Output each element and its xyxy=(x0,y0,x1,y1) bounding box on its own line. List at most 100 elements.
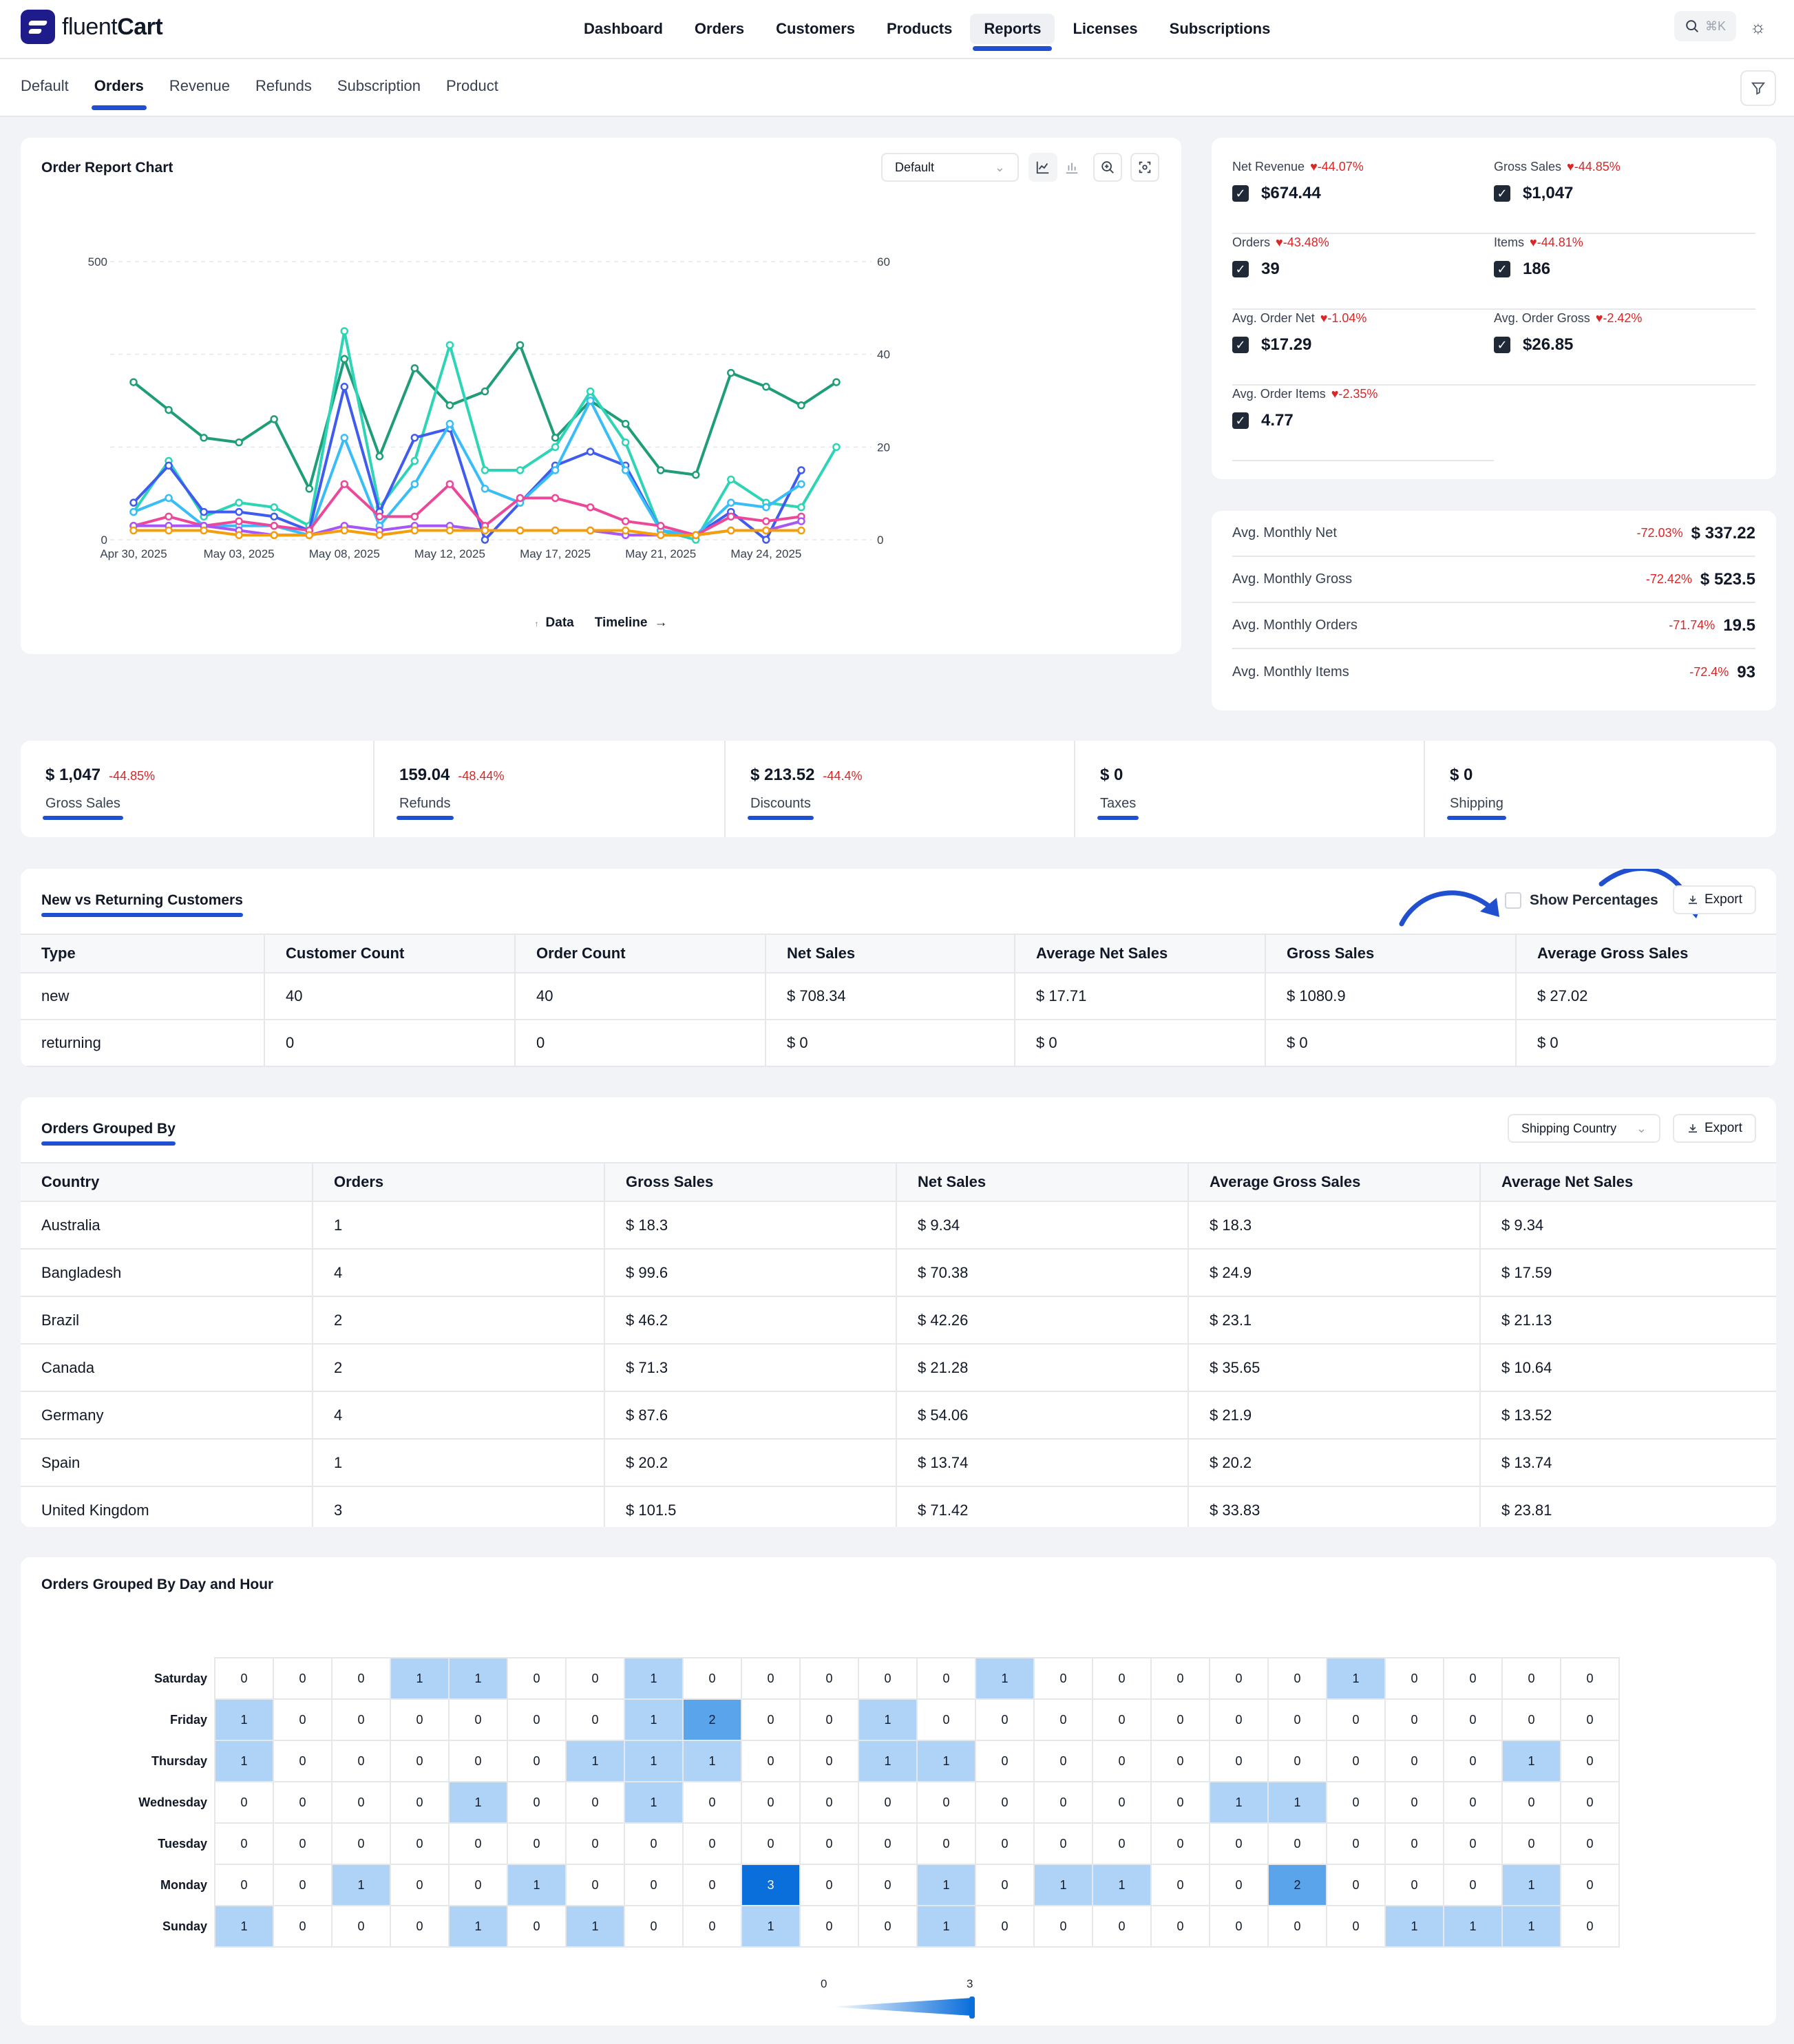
heatmap-cell[interactable]: 0 xyxy=(390,1740,450,1782)
heatmap-cell[interactable]: 0 xyxy=(916,1822,976,1865)
heatmap-cell[interactable]: 0 xyxy=(1443,1698,1503,1741)
heatmap-cell[interactable]: 0 xyxy=(1443,1781,1503,1824)
column-header[interactable]: Gross Sales xyxy=(604,1162,896,1202)
heatmap-cell[interactable]: 0 xyxy=(858,1905,918,1948)
heatmap-cell[interactable]: 0 xyxy=(273,1740,333,1782)
heatmap-cell[interactable]: 1 xyxy=(448,1905,508,1948)
legend-timeline-item[interactable]: Timeline → xyxy=(595,615,668,631)
nav-orders[interactable]: Orders xyxy=(681,14,758,44)
column-header[interactable]: Average Net Sales xyxy=(1014,934,1265,973)
heatmap-cell[interactable]: 0 xyxy=(682,1905,742,1948)
heatmap-cell[interactable]: 0 xyxy=(331,1740,391,1782)
customers-export-button[interactable]: Export xyxy=(1673,885,1756,914)
heatmap-cell[interactable]: 1 xyxy=(390,1657,450,1700)
heatmap-cell[interactable]: 0 xyxy=(1209,1657,1269,1700)
heatmap-cell[interactable]: 0 xyxy=(390,1822,450,1865)
heatmap-cell[interactable]: 0 xyxy=(273,1657,333,1700)
heatmap-cell[interactable]: 1 xyxy=(214,1905,274,1948)
heatmap-cell[interactable]: 0 xyxy=(1150,1740,1210,1782)
heatmap-cell[interactable]: 0 xyxy=(1326,1822,1386,1865)
heatmap-scale-handle[interactable] xyxy=(969,1996,975,2019)
heatmap-cell[interactable]: 0 xyxy=(741,1698,801,1741)
show-percentages-checkbox[interactable] xyxy=(1505,892,1521,909)
heatmap-cell[interactable]: 0 xyxy=(1443,1657,1503,1700)
heatmap-cell[interactable]: 0 xyxy=(1267,1740,1327,1782)
heatmap-cell[interactable]: 0 xyxy=(1033,1740,1093,1782)
heatmap-cell[interactable]: 0 xyxy=(1150,1657,1210,1700)
heatmap-cell[interactable]: 0 xyxy=(273,1822,333,1865)
heatmap-cell[interactable]: 1 xyxy=(1384,1905,1444,1948)
heatmap-cell[interactable]: 0 xyxy=(331,1657,391,1700)
summary-shipping[interactable]: $ 0 Shipping xyxy=(1425,741,1776,837)
reset-zoom-button[interactable] xyxy=(1130,153,1159,182)
heatmap-cell[interactable]: 0 xyxy=(1326,1698,1386,1741)
heatmap-cell[interactable]: 0 xyxy=(273,1864,333,1906)
theme-toggle-sun-icon[interactable]: ☼ xyxy=(1750,17,1766,38)
heatmap-cell[interactable]: 0 xyxy=(565,1864,625,1906)
heatmap-cell[interactable]: 1 xyxy=(858,1698,918,1741)
heatmap-cell[interactable]: 0 xyxy=(1560,1740,1620,1782)
heatmap-cell[interactable]: 0 xyxy=(1209,1740,1269,1782)
show-percentages-label[interactable]: Show Percentages xyxy=(1530,892,1658,909)
tab-default[interactable]: Default xyxy=(21,77,69,105)
heatmap-cell[interactable]: 0 xyxy=(507,1698,567,1741)
heatmap-cell[interactable]: 1 xyxy=(214,1698,274,1741)
heatmap-cell[interactable]: 0 xyxy=(1033,1657,1093,1700)
heatmap-cell[interactable]: 0 xyxy=(741,1822,801,1865)
heatmap-cell[interactable]: 1 xyxy=(624,1698,684,1741)
heatmap-cell[interactable]: 1 xyxy=(682,1740,742,1782)
heatmap-cell[interactable]: 1 xyxy=(858,1740,918,1782)
heatmap-cell[interactable]: 0 xyxy=(390,1864,450,1906)
heatmap-cell[interactable]: 0 xyxy=(799,1740,859,1782)
heatmap-cell[interactable]: 0 xyxy=(1443,1822,1503,1865)
heatmap-cell[interactable]: 0 xyxy=(1209,1698,1269,1741)
legend-data-item[interactable]: ↑ Data xyxy=(535,615,574,631)
column-header[interactable]: Type xyxy=(21,934,264,973)
heatmap-cell[interactable]: 0 xyxy=(448,1864,508,1906)
heatmap-cell[interactable]: 0 xyxy=(507,1822,567,1865)
filter-button[interactable] xyxy=(1740,70,1776,106)
summary-refunds[interactable]: 159.04 -48.44% Refunds xyxy=(374,741,726,837)
heatmap-cell[interactable]: 0 xyxy=(1150,1698,1210,1741)
heatmap-cell[interactable]: 0 xyxy=(1560,1698,1620,1741)
tab-subscription[interactable]: Subscription xyxy=(337,77,421,105)
heatmap-cell[interactable]: 0 xyxy=(565,1698,625,1741)
heatmap-cell[interactable]: 0 xyxy=(565,1657,625,1700)
heatmap-cell[interactable]: 0 xyxy=(1092,1698,1152,1741)
heatmap-cell[interactable]: 0 xyxy=(1267,1822,1327,1865)
heatmap-cell[interactable]: 2 xyxy=(1267,1864,1327,1906)
heatmap-cell[interactable]: 0 xyxy=(273,1698,333,1741)
heatmap-cell[interactable]: 1 xyxy=(1209,1781,1269,1824)
heatmap-cell[interactable]: 1 xyxy=(1092,1864,1152,1906)
heatmap-cell[interactable]: 0 xyxy=(390,1905,450,1948)
heatmap-cell[interactable]: 1 xyxy=(916,1740,976,1782)
tab-orders[interactable]: Orders xyxy=(91,77,147,110)
heatmap-cell[interactable]: 0 xyxy=(975,1698,1035,1741)
column-header[interactable]: Net Sales xyxy=(896,1162,1188,1202)
heatmap-cell[interactable]: 0 xyxy=(741,1781,801,1824)
heatmap-cell[interactable]: 0 xyxy=(1384,1781,1444,1824)
column-header[interactable]: Orders xyxy=(312,1162,604,1202)
heatmap-cell[interactable]: 0 xyxy=(799,1781,859,1824)
heatmap-cell[interactable]: 0 xyxy=(1150,1905,1210,1948)
heatmap-cell[interactable]: 0 xyxy=(1501,1822,1561,1865)
heatmap-cell[interactable]: 1 xyxy=(1033,1864,1093,1906)
heatmap-cell[interactable]: 0 xyxy=(1092,1781,1152,1824)
heatmap-cell[interactable]: 0 xyxy=(214,1864,274,1906)
heatmap-cell[interactable]: 0 xyxy=(1384,1822,1444,1865)
tab-revenue[interactable]: Revenue xyxy=(169,77,230,105)
heatmap-cell[interactable]: 2 xyxy=(682,1698,742,1741)
chart-view-select[interactable]: Default ⌄ xyxy=(881,153,1019,182)
grouped-export-button[interactable]: Export xyxy=(1673,1114,1756,1143)
heatmap-cell[interactable]: 0 xyxy=(331,1822,391,1865)
heatmap-cell[interactable]: 0 xyxy=(1033,1698,1093,1741)
heatmap-cell[interactable]: 0 xyxy=(1033,1905,1093,1948)
heatmap-cell[interactable]: 1 xyxy=(448,1781,508,1824)
nav-subscriptions[interactable]: Subscriptions xyxy=(1156,14,1285,44)
heatmap-cell[interactable]: 0 xyxy=(741,1657,801,1700)
heatmap-cell[interactable]: 0 xyxy=(1092,1905,1152,1948)
heatmap-cell[interactable]: 0 xyxy=(1501,1698,1561,1741)
heatmap-cell[interactable]: 1 xyxy=(916,1905,976,1948)
heatmap-cell[interactable]: 0 xyxy=(1092,1822,1152,1865)
heatmap-cell[interactable]: 1 xyxy=(1326,1657,1386,1700)
